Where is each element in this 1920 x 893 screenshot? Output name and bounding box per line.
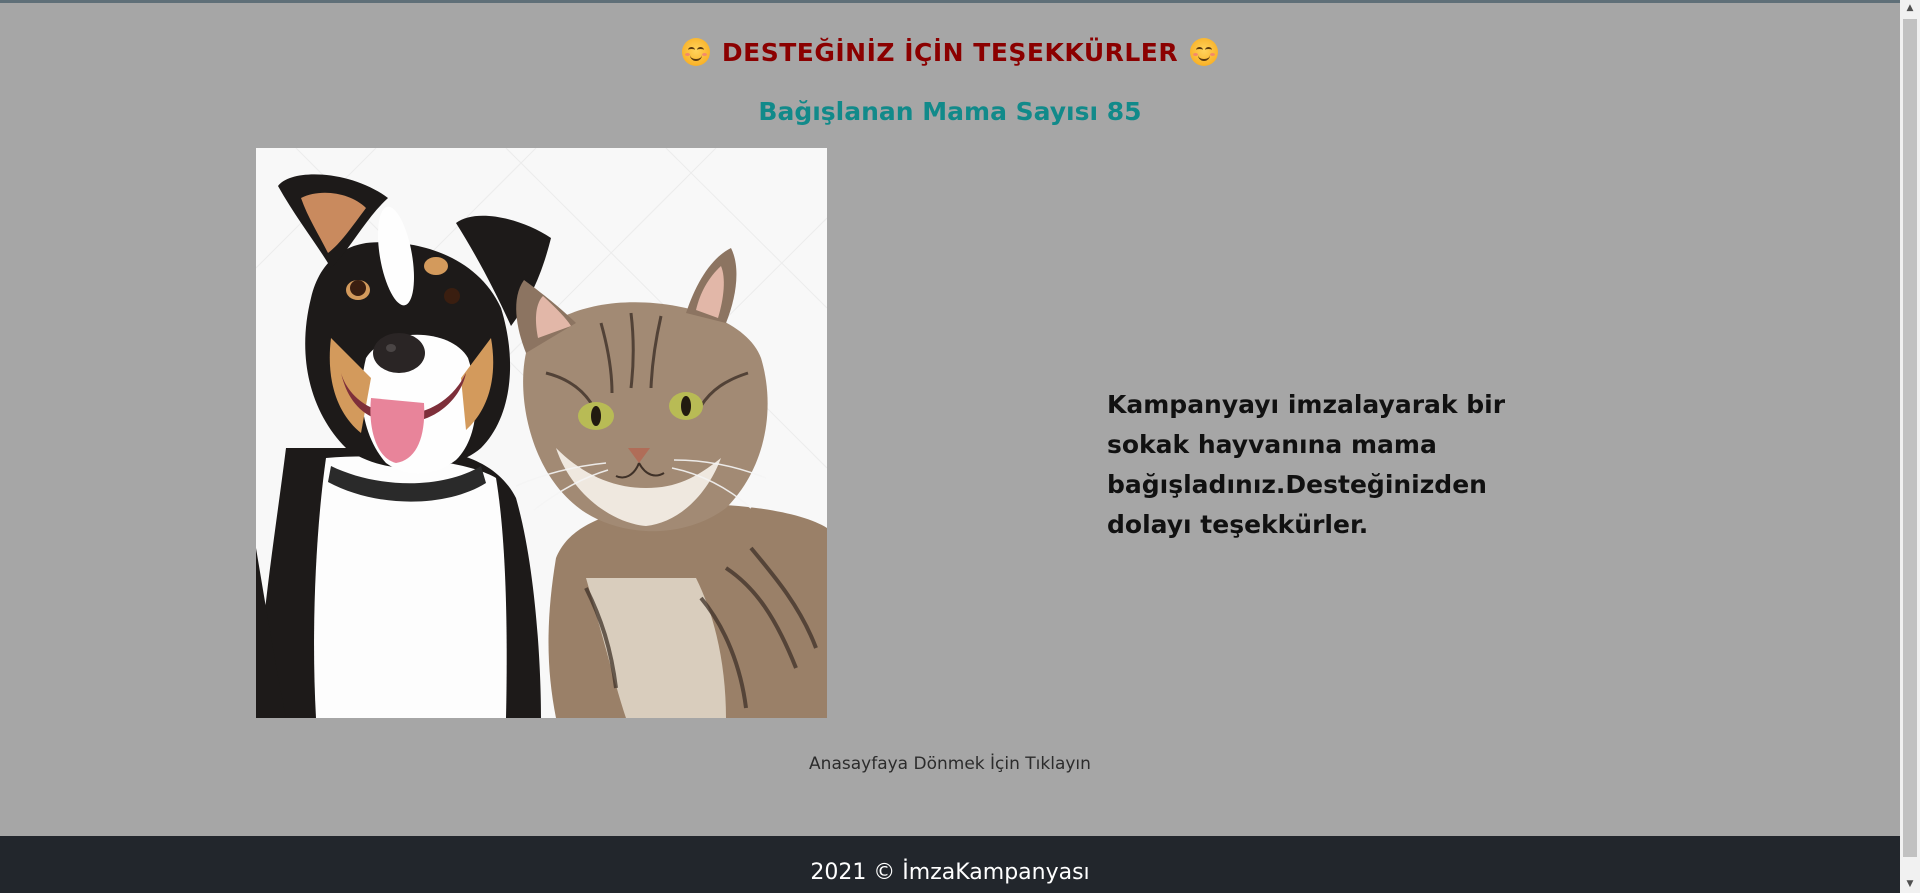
scroll-up-arrow-icon[interactable]: ▲ xyxy=(1900,0,1920,17)
smiling-face-icon xyxy=(681,38,710,66)
scrollbar-thumb[interactable] xyxy=(1903,19,1917,857)
donated-food-count: Bağışlanan Mama Sayısı 85 xyxy=(758,97,1142,126)
vertical-scrollbar[interactable]: ▲ ▼ xyxy=(1900,0,1920,893)
scroll-down-arrow-icon[interactable]: ▼ xyxy=(1900,876,1920,893)
footer: 2021 © İmzaKampanyası xyxy=(0,836,1900,893)
thank-you-message: Kampanyayı imzalayarak bir sokak hayvanı… xyxy=(1107,390,1506,539)
page-title: DESTEĞİNİZ İÇİN TEŞEKKÜRLER xyxy=(0,38,1900,67)
page-title-text: DESTEĞİNİZ İÇİN TEŞEKKÜRLER xyxy=(721,38,1179,67)
thank-you-page: DESTEĞİNİZ İÇİN TEŞEKKÜRLER Bağışlanan M… xyxy=(0,0,1900,893)
return-home-link[interactable]: Anasayfaya Dönmek İçin Tıklayın xyxy=(0,754,1900,774)
pet-illustration xyxy=(256,148,827,718)
copyright-text: 2021 © İmzaKampanyası xyxy=(810,860,1090,885)
smiling-face-icon xyxy=(1190,38,1219,66)
dog-and-cat-photo xyxy=(256,148,827,718)
